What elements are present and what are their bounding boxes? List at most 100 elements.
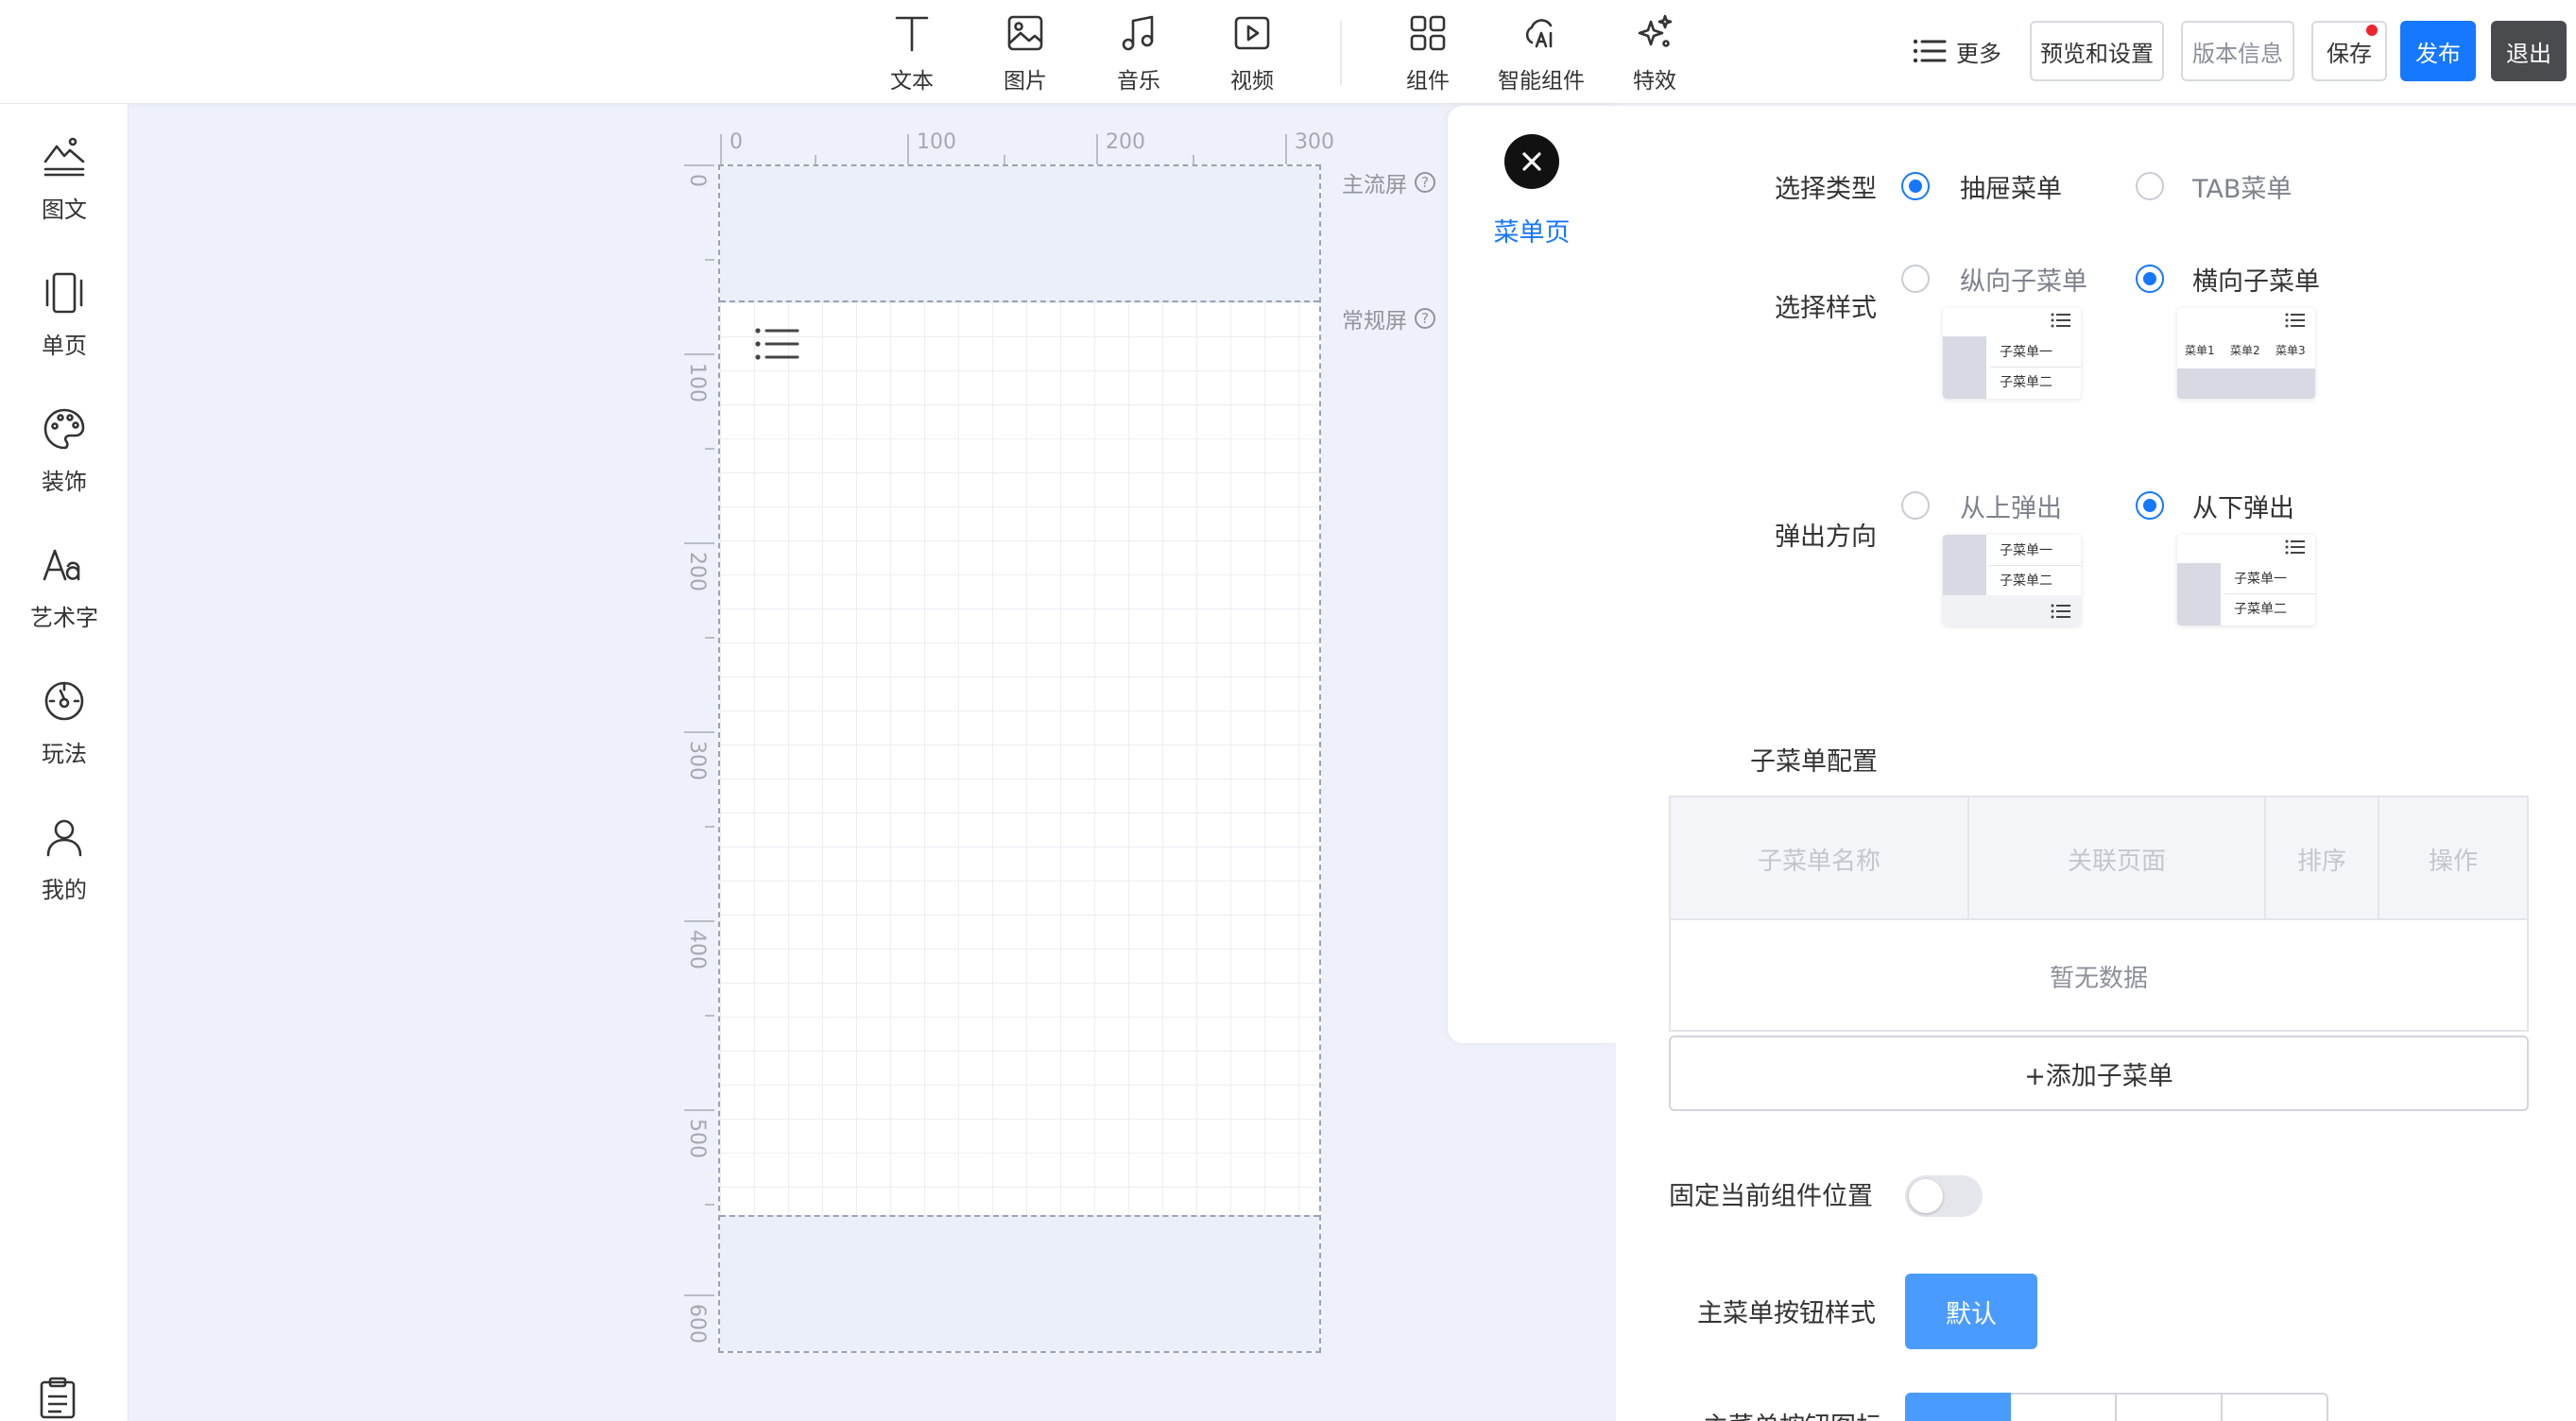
thumb-text: 菜单1 <box>2185 344 2215 357</box>
sidebar-item-art-text[interactable]: 艺术字 <box>0 539 129 642</box>
button-style-label: 主菜单按钮样式 <box>1697 1299 1876 1328</box>
palette-icon <box>38 402 91 455</box>
from-bottom-preview[interactable]: 子菜单一 子菜单二 <box>2177 535 2315 625</box>
first-screen-label: 主流屏 <box>1342 173 1407 197</box>
ruler-number: 500 <box>685 1119 709 1158</box>
radio-from-bottom[interactable] <box>2136 491 2164 520</box>
tab-menu-page[interactable]: 菜单页 <box>1448 212 1616 248</box>
version-info-button[interactable]: 版本信息 <box>2181 21 2294 81</box>
thumb-text: 子菜单二 <box>2234 602 2287 617</box>
add-submenu-button[interactable]: +添加子菜单 <box>1669 1036 2529 1111</box>
help-icon[interactable]: ? <box>1415 308 1435 329</box>
single-page-icon <box>38 266 91 319</box>
thumb-text: 菜单2 <box>2230 344 2260 357</box>
icon-style-option[interactable] <box>2011 1393 2117 1421</box>
column-header: 排序 <box>2266 797 2379 920</box>
column-header: 关联页面 <box>1969 797 2266 920</box>
thumb-text: 子菜单二 <box>2000 574 2052 589</box>
type-label: 选择类型 <box>1775 175 1877 204</box>
sidebar-item-label: 玩法 <box>42 741 87 767</box>
radio-from-top[interactable] <box>1901 491 1930 520</box>
fix-position-toggle[interactable] <box>1905 1175 1983 1217</box>
column-header: 操作 <box>2428 847 2478 876</box>
ruler-number: 0 <box>685 174 709 187</box>
icon-style-segments <box>1905 1393 2328 1421</box>
empty-state: 暂无数据 <box>2049 964 2148 993</box>
ai-components-icon <box>1518 9 1565 57</box>
tool-image-label: 图片 <box>1004 69 1047 94</box>
save-button[interactable]: 保存 <box>2311 21 2387 81</box>
exit-button[interactable]: 退出 <box>2491 21 2567 81</box>
art-text-icon <box>38 539 91 591</box>
sidebar-item-label: 装饰 <box>42 469 87 495</box>
top-safe-zone <box>720 166 1319 302</box>
text-icon <box>888 9 936 57</box>
tool-ai-components[interactable]: 智能组件 <box>1489 9 1593 96</box>
from-bottom-label: 从下弹出 <box>2192 494 2294 523</box>
ruler-number: 100 <box>685 363 709 402</box>
drawer-menu-icon[interactable] <box>754 325 801 363</box>
list-icon <box>1913 39 1947 63</box>
tool-components[interactable]: 组件 <box>1376 9 1480 96</box>
more-menu[interactable]: 更多 <box>1913 30 2001 72</box>
regular-screen-marker: 常规屏 ? <box>1342 302 1435 334</box>
style-label: 选择样式 <box>1775 294 1877 323</box>
gameplay-icon <box>38 675 91 728</box>
vertical-submenu-preview[interactable]: 子菜单一 子菜单二 <box>1943 308 2081 399</box>
user-icon <box>38 811 91 864</box>
clipboard-icon[interactable] <box>36 1376 83 1421</box>
top-toolbar: 文本 图片 音乐 视频 组件 智能组件 特效 更多 预览和设置 版本信息 保存 … <box>0 0 2576 104</box>
sparkle-icon <box>1631 9 1678 57</box>
tool-video[interactable]: 视频 <box>1200 9 1304 96</box>
thumb-text: 子菜单一 <box>2234 572 2287 587</box>
sidebar-item-decoration[interactable]: 装饰 <box>0 402 129 506</box>
sidebar-item-image-text[interactable]: 图文 <box>0 130 129 234</box>
publish-button[interactable]: 发布 <box>2400 21 2476 81</box>
sidebar-item-single-page[interactable]: 单页 <box>0 266 129 370</box>
first-screen-marker: 主流屏 ? <box>1342 166 1435 198</box>
ruler-horizontal: 0 100 200 300 <box>720 130 1344 164</box>
close-icon <box>1522 152 1541 171</box>
left-sidebar: 图文 单页 装饰 艺术字 玩法 我的 <box>0 104 129 1421</box>
submenu-config-title: 子菜单配置 <box>1750 747 1878 777</box>
phone-canvas[interactable] <box>718 164 1321 1353</box>
radio-vertical-submenu[interactable] <box>1901 265 1930 293</box>
ruler-number: 200 <box>1106 130 1145 154</box>
horizontal-submenu-preview[interactable]: 菜单1 菜单2 菜单3 <box>2177 308 2315 399</box>
tool-components-label: 组件 <box>1406 69 1450 94</box>
tool-text-label: 文本 <box>890 69 934 94</box>
sidebar-item-label: 我的 <box>42 877 87 903</box>
save-label: 保存 <box>2327 40 2372 67</box>
video-icon <box>1228 9 1276 57</box>
icon-style-option[interactable] <box>1905 1393 2011 1421</box>
ruler-number: 600 <box>685 1304 709 1344</box>
help-icon[interactable]: ? <box>1415 172 1435 193</box>
radio-drawer-menu[interactable] <box>1901 172 1930 200</box>
radio-tab-menu[interactable] <box>2136 172 2164 200</box>
default-style-button[interactable]: 默认 <box>1905 1274 2037 1349</box>
sidebar-item-gameplay[interactable]: 玩法 <box>0 675 129 779</box>
tool-effects[interactable]: 特效 <box>1603 9 1707 96</box>
preview-settings-button[interactable]: 预览和设置 <box>2030 21 2164 81</box>
close-button[interactable] <box>1504 134 1559 189</box>
music-icon <box>1115 9 1162 57</box>
thumb-text: 菜单3 <box>2275 344 2306 357</box>
list-icon <box>2051 603 2071 620</box>
component-tab-panel: 菜单页 <box>1448 106 1616 1043</box>
tool-text[interactable]: 文本 <box>860 9 964 96</box>
sidebar-item-mine[interactable]: 我的 <box>0 811 129 915</box>
tool-music[interactable]: 音乐 <box>1087 9 1191 96</box>
from-top-preview[interactable]: 子菜单一 子菜单二 <box>1943 535 2081 625</box>
components-icon <box>1404 9 1451 57</box>
direction-label: 弹出方向 <box>1775 522 1877 552</box>
icon-style-option[interactable] <box>2117 1393 2223 1421</box>
radio-horizontal-submenu[interactable] <box>2136 265 2164 293</box>
icon-style-option[interactable] <box>2223 1393 2328 1421</box>
tool-image[interactable]: 图片 <box>973 9 1077 96</box>
image-icon <box>1002 9 1049 57</box>
thumb-text: 子菜单一 <box>2000 543 2052 558</box>
sidebar-item-label: 艺术字 <box>30 605 98 631</box>
tool-effects-label: 特效 <box>1633 69 1676 94</box>
ruler-number: 0 <box>730 130 743 154</box>
submenu-table: 子菜单名称 关联页面 排序 操作 暂无数据 <box>1669 796 2529 1032</box>
